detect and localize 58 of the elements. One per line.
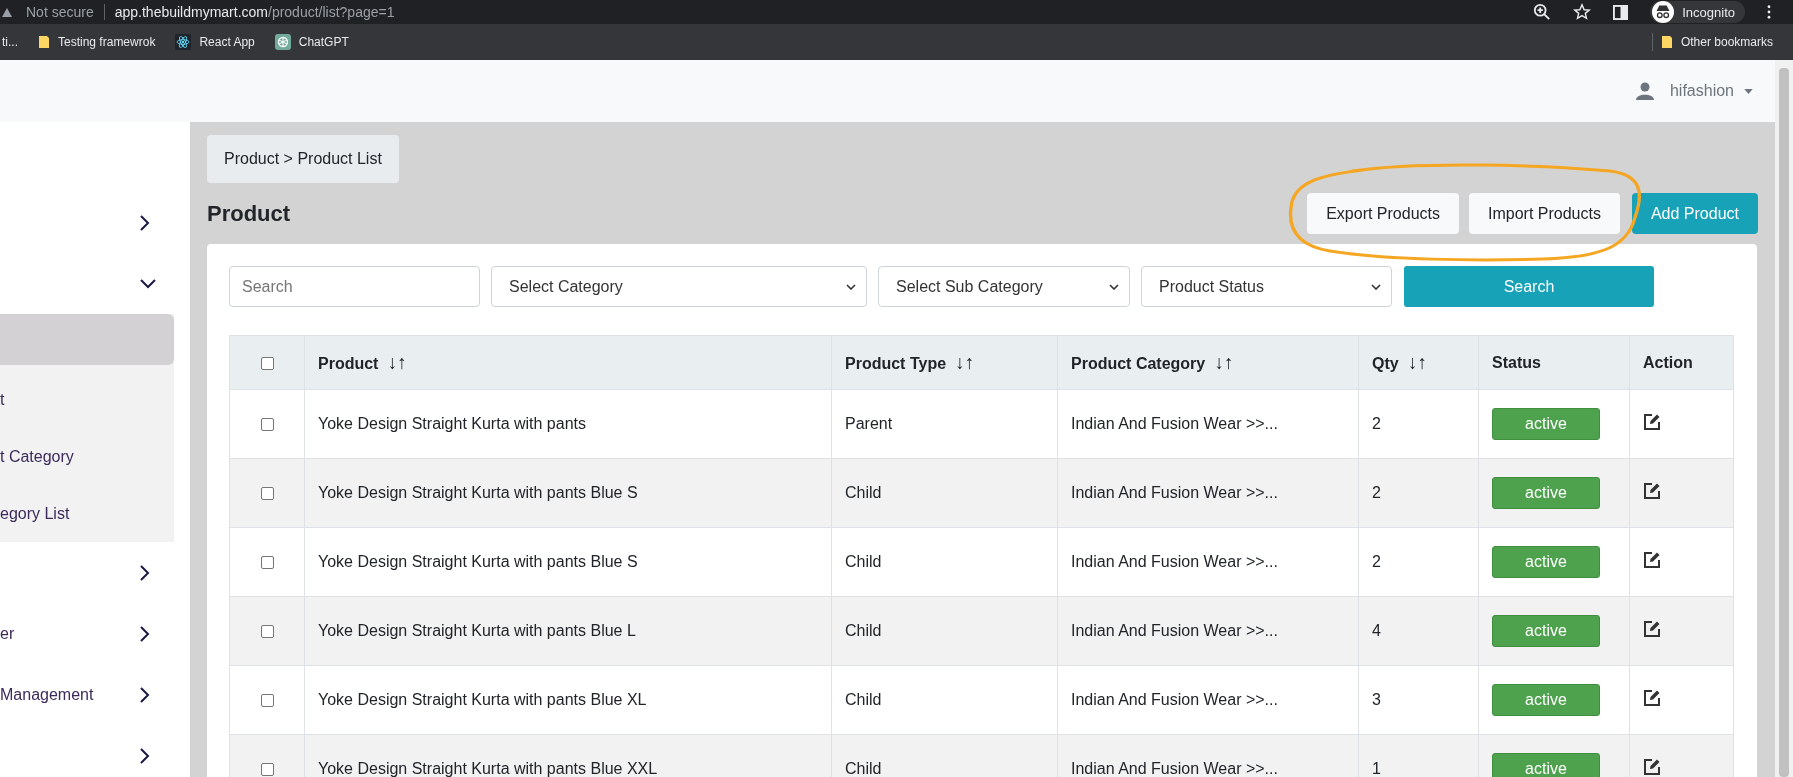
- dropdown[interactable]: Select Sub Category: [878, 266, 1130, 307]
- table-cell: Child: [831, 734, 1058, 777]
- table-cell: Yoke Design Straight Kurta with pants Blue L: [304, 596, 832, 666]
- table-cell: Child: [831, 527, 1058, 597]
- status-badge: active: [1492, 408, 1600, 440]
- column-header: Action: [1629, 335, 1734, 390]
- column-header[interactable]: Product ↓↑: [304, 335, 832, 390]
- table-cell: Yoke Design Straight Kurta with pants: [304, 389, 832, 459]
- bookmark[interactable]: Testing framewrok: [38, 35, 156, 49]
- submenu-item[interactable]: t: [0, 371, 174, 428]
- security-label: Not secure: [26, 4, 94, 20]
- table-cell: Indian And Fusion Wear >>...: [1057, 389, 1359, 459]
- column-header: Status: [1478, 335, 1630, 390]
- address-bar[interactable]: app.thebuildmymart.com/product/list?page=1: [114, 4, 395, 20]
- table-cell: 1: [1358, 734, 1479, 777]
- bookmark[interactable]: React App: [175, 34, 255, 50]
- user-menu[interactable]: hifashion: [1635, 82, 1753, 100]
- bookmark[interactable]: ti...: [2, 35, 18, 49]
- sidebar-item[interactable]: er: [0, 603, 174, 664]
- status-badge: active: [1492, 753, 1600, 777]
- column-header[interactable]: Qty ↓↑: [1358, 335, 1479, 390]
- search-field[interactable]: Search: [229, 266, 480, 307]
- bookmark[interactable]: ChatGPT: [274, 34, 349, 50]
- table-cell: Child: [831, 665, 1058, 735]
- table-cell: Indian And Fusion Wear >>...: [1057, 596, 1359, 666]
- action-button[interactable]: Import Products: [1469, 193, 1620, 234]
- table-cell: 2: [1358, 389, 1479, 459]
- sidebar-item[interactable]: Management: [0, 664, 174, 725]
- column-header[interactable]: Product Type ↓↑: [831, 335, 1058, 390]
- table-cell: 4: [1358, 596, 1479, 666]
- table-cell: Indian And Fusion Wear >>...: [1057, 527, 1359, 597]
- table-cell: 2: [1358, 527, 1479, 597]
- action-button[interactable]: Export Products: [1307, 193, 1459, 234]
- page-title: Product: [207, 200, 291, 227]
- table-cell: Indian And Fusion Wear >>...: [1057, 458, 1359, 528]
- table-cell: Indian And Fusion Wear >>...: [1057, 734, 1359, 777]
- table-cell: Yoke Design Straight Kurta with pants Blue XXL: [304, 734, 832, 777]
- table-cell: Yoke Design Straight Kurta with pants Blue S: [304, 458, 832, 528]
- table-cell: Child: [831, 458, 1058, 528]
- bookmark[interactable]: Other bookmarks: [1660, 35, 1773, 49]
- status-badge: active: [1492, 684, 1600, 716]
- table-cell: 2: [1358, 458, 1479, 528]
- submenu-item[interactable]: t Category: [0, 428, 174, 485]
- status-badge: active: [1492, 477, 1600, 509]
- status-badge: active: [1492, 546, 1600, 578]
- profile-button[interactable]: Incognito: [1650, 1, 1745, 23]
- dropdown[interactable]: Select Category: [491, 266, 867, 307]
- submenu-item[interactable]: egory List: [0, 485, 174, 542]
- table-cell: Parent: [831, 389, 1058, 459]
- column-header[interactable]: Product Category ↓↑: [1057, 335, 1359, 390]
- table-cell: Yoke Design Straight Kurta with pants Blue S: [304, 527, 832, 597]
- table-cell: Yoke Design Straight Kurta with pants Blue XL: [304, 665, 832, 735]
- table-cell: Indian And Fusion Wear >>...: [1057, 665, 1359, 735]
- table-cell: Child: [831, 596, 1058, 666]
- status-badge: active: [1492, 615, 1600, 647]
- breadcrumb: Product > Product List: [207, 135, 399, 183]
- dropdown[interactable]: Product Status: [1141, 266, 1392, 307]
- table-cell: 3: [1358, 665, 1479, 735]
